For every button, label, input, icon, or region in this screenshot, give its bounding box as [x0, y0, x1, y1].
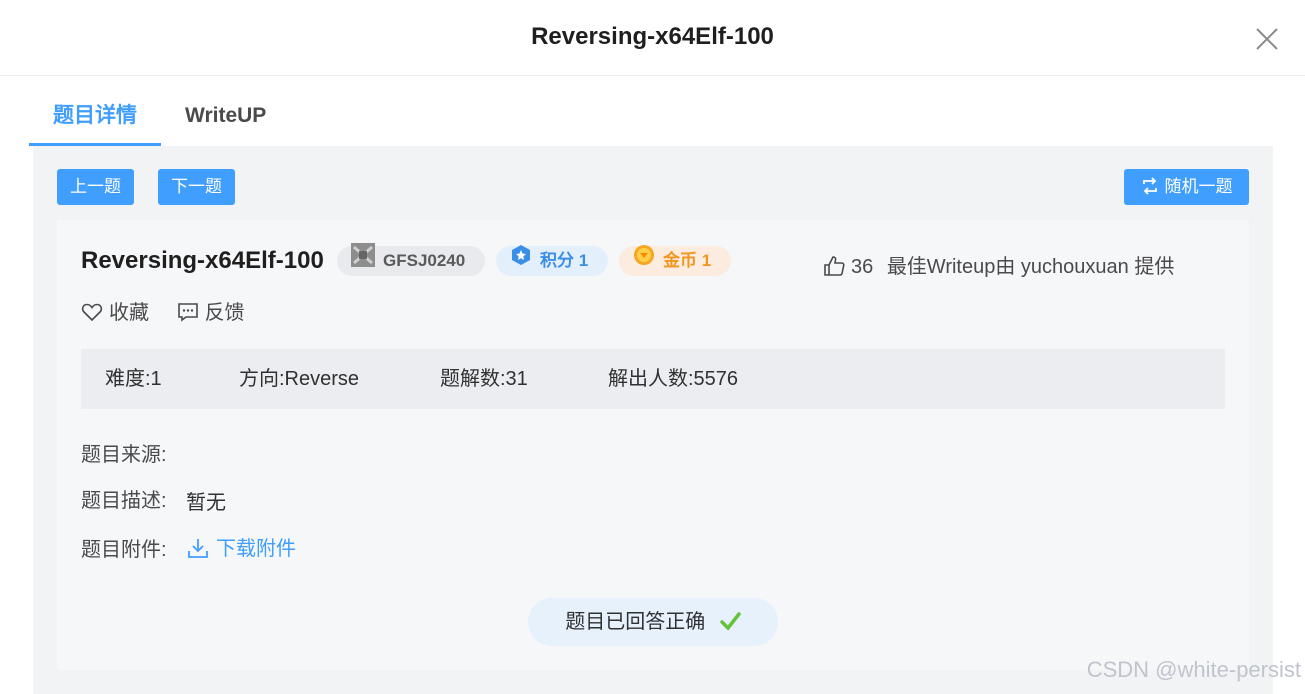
prev-button[interactable]: 上一题 — [57, 169, 134, 205]
dialog-header: Reversing-x64Elf-100 — [0, 0, 1305, 76]
like-area: 36 最佳Writeup由 yuchouxuan 提供 — [823, 250, 1174, 279]
challenge-title: Reversing-x64Elf-100 — [81, 247, 324, 274]
favorite-button[interactable]: 收藏 — [81, 296, 149, 325]
shuffle-icon — [1142, 177, 1157, 195]
best-writeup-text[interactable]: 最佳Writeup由 yuchouxuan 提供 — [887, 256, 1175, 278]
solved-status-badge: 题目已回答正确 — [528, 598, 778, 646]
download-attachment-link[interactable]: 下载附件 — [186, 532, 296, 561]
source-label: 题目来源: — [81, 444, 167, 466]
challenge-dialog: Reversing-x64Elf-100 题目详情 WriteUP 上一题 下一… — [0, 0, 1305, 694]
thumbs-up-icon[interactable] — [823, 255, 845, 277]
description-value: 暂无 — [186, 492, 226, 514]
direction-stat: 方向:Reverse — [239, 368, 360, 390]
favorite-label: 收藏 — [109, 302, 149, 324]
coin-icon — [633, 244, 655, 276]
challenge-avatar-icon — [351, 243, 375, 277]
tab-writeup[interactable]: WriteUP — [185, 90, 266, 146]
detail-panel: 上一题 下一题 随机一题 Reversing-x64Elf-100 GFSJ02… — [33, 146, 1273, 694]
solved-status-text: 题目已回答正确 — [565, 611, 706, 633]
random-button-label: 随机一题 — [1164, 177, 1233, 196]
description-label: 题目描述: — [81, 490, 167, 512]
tab-details[interactable]: 题目详情 — [29, 90, 161, 146]
difficulty-stat: 难度:1 — [105, 368, 162, 390]
id-tag-label: GFSJ0240 — [383, 251, 466, 270]
id-tag: GFSJ0240 — [337, 243, 485, 277]
download-icon — [188, 538, 208, 558]
watermark: CSDN @white-persist — [1086, 657, 1301, 682]
action-row: 收藏 反馈 — [81, 296, 267, 325]
checkmark-icon — [720, 611, 741, 631]
feedback-label: 反馈 — [204, 302, 245, 324]
gold-tag: 金币 1 — [619, 244, 731, 276]
next-button[interactable]: 下一题 — [158, 169, 235, 205]
feedback-button[interactable]: 反馈 — [177, 296, 245, 325]
gold-tag-label: 金币 1 — [663, 251, 712, 270]
download-label: 下载附件 — [216, 538, 296, 560]
score-tag: 积分 1 — [496, 244, 608, 276]
random-button[interactable]: 随机一题 — [1124, 169, 1249, 205]
stats-bar: 难度:1 方向:Reverse 题解数:31 解出人数:5576 — [81, 349, 1225, 409]
feedback-icon — [177, 303, 198, 322]
score-tag-label: 积分 1 — [540, 251, 589, 270]
challenge-card: Reversing-x64Elf-100 GFSJ0240 积分 1 金币 1 — [57, 220, 1249, 670]
dialog-title: Reversing-x64Elf-100 — [531, 23, 774, 50]
tab-bar: 题目详情 WriteUP — [29, 90, 1273, 146]
heart-icon — [81, 303, 103, 322]
like-count: 36 — [851, 256, 874, 278]
solutions-stat: 题解数:31 — [440, 368, 528, 390]
score-badge-icon — [510, 244, 532, 276]
solvers-stat: 解出人数:5576 — [608, 368, 739, 390]
close-icon[interactable] — [1255, 27, 1279, 51]
attachment-label: 题目附件: — [81, 539, 167, 561]
